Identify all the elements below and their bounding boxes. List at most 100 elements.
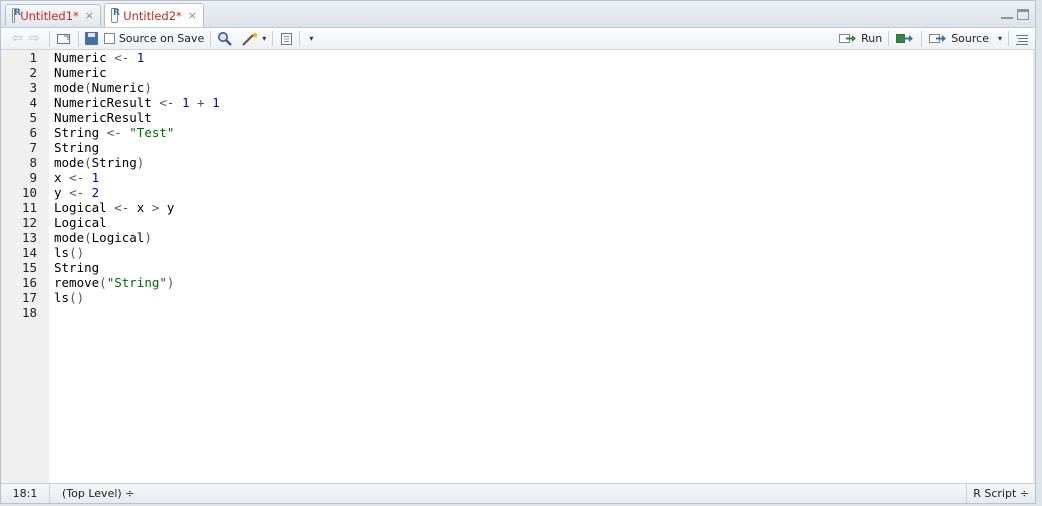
line-number: 2 <box>29 65 37 80</box>
code-token: String <box>54 140 100 155</box>
line-number: 17 <box>21 290 37 305</box>
status-bar: 18:1 (Top Level) ÷ R Script ÷ <box>1 483 1035 503</box>
toolbar-divider <box>210 31 212 46</box>
code-token: ls <box>54 245 70 260</box>
code-line[interactable]: Numeric <box>54 65 107 80</box>
outline-icon <box>1016 34 1028 45</box>
line-number: 1 <box>29 50 37 65</box>
toolbar-divider <box>1008 31 1009 46</box>
code-token: String <box>54 125 107 140</box>
line-number: 3 <box>29 80 37 95</box>
code-token: y <box>54 185 70 200</box>
chevron-down-icon[interactable]: ▾ <box>998 34 1002 43</box>
code-token: "Test" <box>121 125 175 140</box>
source-label: Source <box>951 32 989 45</box>
code-token: ls <box>54 290 70 305</box>
source-on-save-checkbox[interactable] <box>103 33 115 44</box>
code-line[interactable]: Logical <box>54 215 107 230</box>
editor-toolbar: ⇦ ⇨ Source on Save ▾ ▾ Run Source ▾ <box>1 28 1035 50</box>
source-button[interactable]: Source ▾ <box>928 29 1002 48</box>
code-line[interactable]: String <box>54 140 99 155</box>
code-line[interactable]: String <box>54 260 99 275</box>
window-controls <box>1001 9 1029 20</box>
show-in-window-button[interactable] <box>56 29 72 48</box>
find-button[interactable] <box>217 29 233 48</box>
code-token: ) <box>136 155 145 170</box>
code-token: NumericResult <box>54 95 160 110</box>
code-token: Numeric <box>54 50 115 65</box>
code-line[interactable]: y <- 2 <box>54 185 99 200</box>
code-token: x <box>54 170 70 185</box>
popout-icon <box>56 34 70 44</box>
code-line[interactable]: NumericResult <box>54 110 152 125</box>
save-icon <box>84 32 98 45</box>
line-number: 8 <box>29 155 37 170</box>
code-token: Numeric <box>91 80 145 95</box>
tab-bar: Untitled1* × Untitled2* × <box>1 1 1035 28</box>
compile-notebook-button[interactable] <box>279 29 293 48</box>
code-token: String <box>54 260 100 275</box>
toolbar-divider <box>888 31 890 46</box>
line-number: 18 <box>21 305 37 320</box>
chevron-down-icon: ▾ <box>309 34 314 43</box>
code-line[interactable]: String <- "Test" <box>54 125 174 140</box>
code-line[interactable]: Numeric <- 1 <box>54 50 144 65</box>
code-token: () <box>69 245 85 260</box>
code-token: 1 <box>174 95 190 110</box>
rerun-button[interactable] <box>895 29 915 48</box>
line-number: 4 <box>29 95 37 110</box>
tab-untitled1[interactable]: Untitled1* × <box>5 4 101 26</box>
line-number: 16 <box>21 275 37 290</box>
vertical-scrollbar[interactable] <box>1033 50 1035 484</box>
code-token: <- <box>69 170 85 185</box>
code-token: <- <box>114 200 130 215</box>
line-number: 13 <box>21 230 37 245</box>
code-token: mode <box>54 230 85 245</box>
tab-label: Untitled2* <box>123 8 182 23</box>
code-token: <- <box>106 125 122 140</box>
code-line[interactable]: mode(Logical) <box>54 230 152 245</box>
code-line[interactable]: Logical <- x > y <box>54 200 174 215</box>
source-on-save-toggle[interactable]: Source on Save <box>103 29 204 48</box>
scope-selector[interactable]: (Top Level) ÷ <box>62 487 134 500</box>
code-line[interactable]: x <- 1 <box>54 170 99 185</box>
code-token: mode <box>54 155 85 170</box>
code-token: y <box>159 200 175 215</box>
close-icon[interactable]: × <box>188 9 197 22</box>
back-arrow-icon[interactable]: ⇦ <box>12 31 23 46</box>
code-token: <- <box>159 95 175 110</box>
more-options-button[interactable]: ▾ <box>306 29 313 48</box>
code-line[interactable]: ls() <box>54 290 84 305</box>
code-token: <- <box>69 185 85 200</box>
code-line[interactable]: ls() <box>54 245 84 260</box>
source-arrow-icon <box>929 34 947 43</box>
code-token: Numeric <box>54 65 107 80</box>
maximize-icon[interactable] <box>1017 9 1029 20</box>
code-token: () <box>69 290 85 305</box>
code-editor[interactable]: Numeric <- 1 Numeric mode(Numeric) NumericR… <box>49 50 1035 484</box>
toolbar-divider <box>921 31 923 46</box>
file-type-selector[interactable]: R Script ÷ <box>966 484 1029 503</box>
code-tools-button[interactable]: ▾ <box>241 29 266 48</box>
code-token: remove <box>54 275 100 290</box>
line-number: 7 <box>29 140 37 155</box>
minimize-icon[interactable] <box>1001 9 1013 19</box>
run-button[interactable]: Run <box>838 29 882 48</box>
toolbar-divider <box>272 31 274 46</box>
close-icon[interactable]: × <box>85 9 94 22</box>
code-token: ) <box>144 230 152 245</box>
code-token: 1 <box>84 170 100 185</box>
code-line[interactable]: NumericResult <- 1 + 1 <box>54 95 220 110</box>
code-line[interactable]: mode(String) <box>54 155 144 170</box>
save-button[interactable] <box>84 29 98 48</box>
code-line[interactable]: mode(Numeric) <box>54 80 152 95</box>
code-token: ( <box>84 230 92 245</box>
forward-arrow-icon[interactable]: ⇨ <box>29 31 40 46</box>
document-outline-button[interactable] <box>1015 29 1029 48</box>
code-line[interactable]: remove("String") <box>54 275 174 290</box>
code-token: 2 <box>84 185 100 200</box>
line-number: 12 <box>21 215 37 230</box>
tab-untitled2[interactable]: Untitled2* × <box>104 3 204 27</box>
line-number: 9 <box>29 170 37 185</box>
search-icon <box>218 32 233 46</box>
